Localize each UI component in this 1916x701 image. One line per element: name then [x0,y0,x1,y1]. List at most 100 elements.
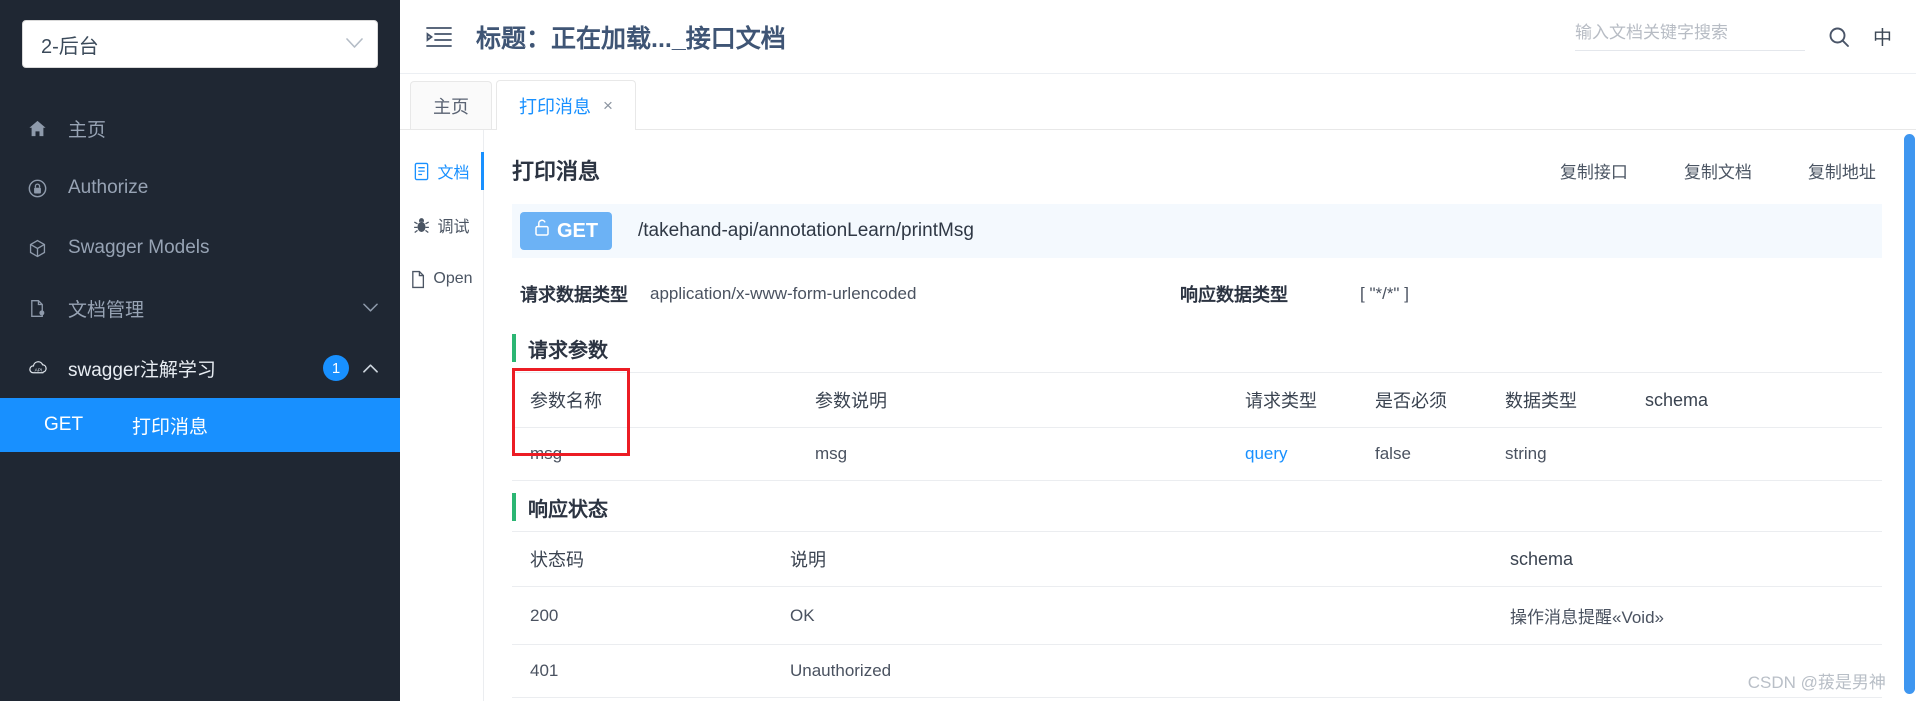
section-request-params: 请求参数 [512,334,1882,362]
col-param-required: 是否必须 [1357,372,1487,428]
doc-content: 打印消息 复制接口 复制文档 复制地址 GET /takehand-api/an… [484,130,1916,701]
body-wrapper: 文档 调试 Open 打印消息 复制接口 复制文档 复制地址 GET /take… [400,130,1916,701]
chevron-down-icon [346,37,363,52]
cell-status-schema [1492,697,1882,701]
sidebar-item-label: 主页 [68,119,107,141]
search-input[interactable] [1574,22,1805,43]
cell-param-schema [1627,427,1882,481]
col-status-desc: 说明 [772,531,1492,587]
home-icon [28,119,54,138]
col-param-type: 数据类型 [1487,372,1627,428]
tab-print-msg[interactable]: 打印消息 × [496,80,636,130]
subnav-label: 文档 [437,165,470,182]
unlock-icon [534,219,550,243]
chevron-up-icon[interactable] [363,361,378,376]
sidebar-item-label: Authorize [68,177,149,198]
tab-label: 打印消息 [519,96,591,117]
cell-param-desc: msg [797,427,1227,481]
search-icon[interactable] [1827,25,1851,49]
response-status-table: 状态码 说明 schema 200 OK 操作消息提醒«Void» 401 Un… [512,531,1882,701]
method-label: GET [556,219,599,242]
cell-status-desc: OK [772,586,1492,645]
doc-header: 打印消息 复制接口 复制文档 复制地址 [512,150,1882,204]
tab-bar: 主页 打印消息 × [400,74,1916,130]
endpoint-url: /takehand-api/annotationLearn/printMsg [638,220,974,241]
table-row: msg msg query false string [512,427,1882,481]
chevron-down-icon[interactable] [363,300,378,316]
table-row: 401 Unauthorized [512,644,1882,698]
table-header-row: 参数名称 参数说明 请求类型 是否必须 数据类型 schema [512,372,1882,428]
cube-icon [28,239,54,258]
response-type-label: 响应数据类型 [1180,285,1288,305]
scrollbar-thumb[interactable] [1904,134,1915,694]
sidebar-item-badge: 1 [323,355,349,381]
sidebar-item-label: Swagger Models [68,237,210,258]
document-settings-icon [28,299,54,318]
language-toggle[interactable]: 中 [1873,23,1892,50]
sidebar-item-doc-management[interactable]: 文档管理 [0,278,400,338]
cell-status-schema: 操作消息提醒«Void» [1492,586,1882,645]
subnav-item-open[interactable]: Open [400,252,483,306]
doc-title: 打印消息 [512,159,601,184]
subnav-item-doc[interactable]: 文档 [400,144,484,198]
tab-label: 主页 [433,96,469,117]
cloud-api-icon: API [28,358,54,379]
cell-status-code: 401 [512,644,772,698]
doc-icon [413,162,430,181]
sidebar: 2-后台 主页 Authorize Swagger Models 文档管理 AP… [0,0,400,701]
sidebar-item-label: 文档管理 [68,299,145,321]
col-param-schema: schema [1627,372,1882,428]
tab-home[interactable]: 主页 [410,81,492,129]
sidebar-api-item-print-msg[interactable]: GET 打印消息 [0,398,400,452]
copy-doc-link[interactable]: 复制文档 [1684,158,1752,183]
table-row: 200 OK 操作消息提醒«Void» [512,586,1882,645]
app-root: 2-后台 主页 Authorize Swagger Models 文档管理 AP… [0,0,1916,701]
table-row: 403 Forbidden [512,697,1882,701]
cell-status-code: 403 [512,697,772,701]
data-type-row: 请求数据类型 application/x-www-form-urlencoded… [512,266,1882,322]
copy-interface-link[interactable]: 复制接口 [1560,158,1628,183]
project-select[interactable]: 2-后台 [22,20,378,68]
col-param-name: 参数名称 [512,372,797,428]
doc-actions: 复制接口 复制文档 复制地址 [1560,158,1882,183]
svg-text:API: API [35,367,43,373]
sidebar-item-swagger-models[interactable]: Swagger Models [0,218,400,278]
sub-nav: 文档 调试 Open [400,130,484,701]
topbar-right: 中 [1574,22,1892,51]
sidebar-item-label: swagger注解学习 [68,359,216,381]
close-icon[interactable]: × [603,96,613,116]
sidebar-api-label: 打印消息 [132,416,209,438]
cell-status-desc: Forbidden [772,697,1492,701]
copy-address-link[interactable]: 复制地址 [1808,158,1876,183]
cell-param-in[interactable]: query [1227,427,1357,481]
vertical-scrollbar[interactable] [1902,130,1916,701]
sidebar-item-home[interactable]: 主页 [0,98,400,158]
request-type-label: 请求数据类型 [520,285,628,305]
watermark: CSDN @菝是男神 [1747,673,1886,692]
section-title: 请求参数 [528,339,608,362]
top-bar: 标题：正在加载..._接口文档 中 [400,0,1916,74]
cell-status-code: 200 [512,586,772,645]
menu-fold-icon[interactable] [426,26,452,48]
endpoint-row: GET /takehand-api/annotationLearn/printM… [512,204,1882,258]
col-status-code: 状态码 [512,531,772,587]
sidebar-item-swagger-annotation-study[interactable]: API swagger注解学习 1 [0,338,400,398]
subnav-label: 调试 [437,219,470,236]
cell-param-required: false [1357,427,1487,481]
sidebar-nav: 主页 Authorize Swagger Models 文档管理 API swa… [0,98,400,452]
sidebar-api-method: GET [44,414,84,435]
page-title: 标题：正在加载..._接口文档 [476,24,786,53]
request-params-table: 参数名称 参数说明 请求类型 是否必须 数据类型 schema msg msg … [512,372,1882,481]
response-type-value: [ "*/*" ] [1360,284,1409,303]
section-title: 响应状态 [528,498,608,521]
subnav-item-debug[interactable]: 调试 [400,198,483,252]
search-box[interactable] [1574,22,1805,51]
table-header-row: 状态码 说明 schema [512,531,1882,587]
request-type-value: application/x-www-form-urlencoded [650,284,917,303]
lock-icon [28,179,54,198]
subnav-label: Open [433,270,473,287]
col-param-desc: 参数说明 [797,372,1227,428]
sidebar-item-authorize[interactable]: Authorize [0,158,400,218]
col-status-schema: schema [1492,531,1882,587]
section-response-status: 响应状态 [512,493,1882,521]
